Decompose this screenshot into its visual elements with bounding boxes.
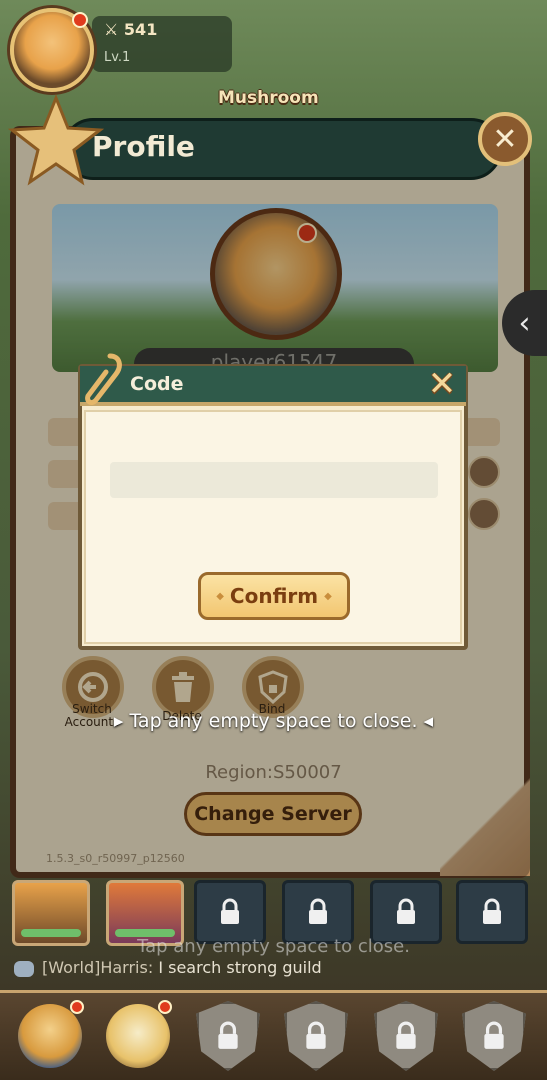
crossed-swords-icon: ⚔ bbox=[104, 20, 119, 39]
power-display: ⚔ 541 bbox=[104, 20, 157, 39]
nav-locked-button[interactable] bbox=[368, 996, 444, 1076]
chat-sender: [World]Harris: bbox=[42, 958, 154, 977]
locked-shield-icon bbox=[196, 1001, 260, 1071]
code-dialog-title: Code bbox=[130, 373, 184, 395]
background-close-hint: Tap any empty space to close. bbox=[137, 936, 410, 957]
lock-icon bbox=[306, 1021, 326, 1049]
locked-shield-icon bbox=[284, 1001, 348, 1071]
code-input[interactable] bbox=[110, 462, 438, 498]
confirm-label: Confirm bbox=[229, 584, 319, 608]
profile-title: Profile bbox=[92, 130, 195, 163]
locked-hero-slot[interactable] bbox=[456, 880, 528, 944]
paperclip-icon bbox=[85, 353, 122, 405]
level-display: Lv.1 bbox=[104, 50, 131, 65]
locked-hero-slot[interactable] bbox=[282, 880, 354, 944]
hint-arrow-right-icon: ◂ bbox=[417, 710, 434, 732]
close-hint: ▸ Tap any empty space to close. ◂ bbox=[0, 710, 547, 732]
world-chat-line[interactable]: [World]Harris: I search strong guild bbox=[14, 958, 322, 977]
close-icon: ✕ bbox=[427, 364, 457, 404]
power-value: 541 bbox=[123, 20, 158, 39]
stage-label: Mushroom bbox=[218, 88, 319, 108]
hero-face-icon bbox=[18, 1004, 82, 1068]
locked-shield-icon bbox=[462, 1001, 526, 1071]
lock-icon bbox=[396, 1021, 416, 1049]
chat-message: I search strong guild bbox=[158, 958, 322, 977]
lock-icon bbox=[218, 1021, 238, 1049]
pet-face-icon bbox=[106, 1004, 170, 1068]
star-badge-icon bbox=[8, 93, 104, 186]
profile-close-button[interactable]: ✕ bbox=[478, 112, 532, 166]
nav-locked-button[interactable] bbox=[190, 996, 266, 1076]
notification-dot bbox=[72, 12, 88, 28]
diamond-ornament-icon: ◆ bbox=[216, 590, 224, 602]
diamond-ornament-icon: ◆ bbox=[324, 590, 332, 602]
nav-locked-button[interactable] bbox=[278, 996, 354, 1076]
chat-bubble-icon bbox=[14, 960, 34, 977]
hint-arrow-left-icon: ▸ bbox=[113, 710, 130, 732]
locked-hero-slot[interactable] bbox=[370, 880, 442, 944]
nav-locked-button[interactable] bbox=[456, 996, 532, 1076]
nav-heroes-button[interactable] bbox=[12, 996, 88, 1076]
locked-shield-icon bbox=[374, 1001, 438, 1071]
lock-icon bbox=[483, 898, 501, 924]
player-avatar[interactable] bbox=[10, 8, 94, 92]
confirm-button[interactable]: ◆ Confirm ◆ bbox=[198, 572, 350, 620]
close-icon: ✕ bbox=[492, 121, 518, 157]
locked-hero-slot[interactable] bbox=[194, 880, 266, 944]
nav-notification-dot bbox=[158, 1000, 172, 1014]
chevron-left-icon: ‹ bbox=[518, 305, 531, 341]
lock-icon bbox=[309, 898, 327, 924]
lock-icon bbox=[221, 898, 239, 924]
lock-icon bbox=[397, 898, 415, 924]
close-hint-text: Tap any empty space to close. bbox=[129, 710, 418, 732]
nav-pets-button[interactable] bbox=[100, 996, 176, 1076]
nav-notification-dot bbox=[70, 1000, 84, 1014]
lock-icon bbox=[484, 1021, 504, 1049]
code-dialog-close-button[interactable]: ✕ bbox=[424, 364, 460, 404]
